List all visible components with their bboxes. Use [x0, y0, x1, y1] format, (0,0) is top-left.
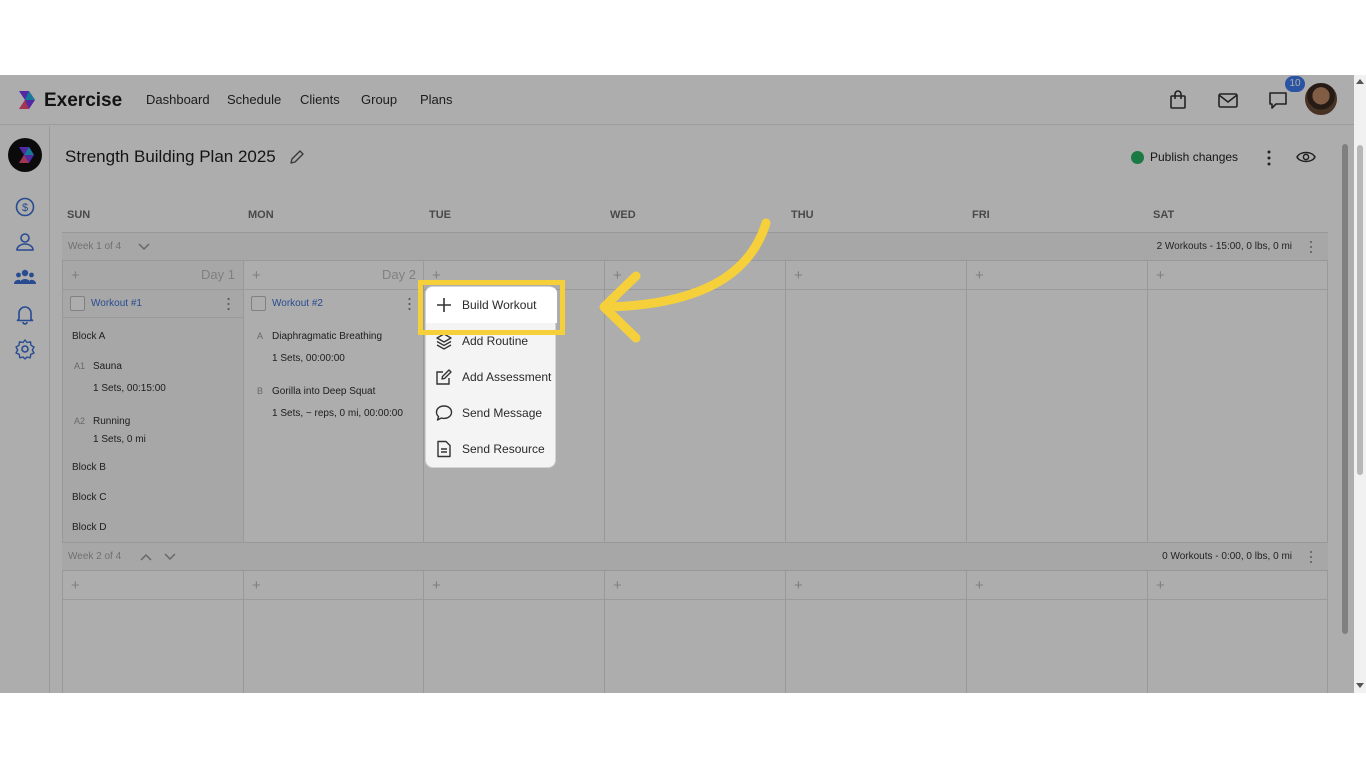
window-scrollbar[interactable] — [1354, 75, 1366, 693]
menu-send-message[interactable]: Send Message — [426, 395, 557, 431]
menu-send-resource[interactable]: Send Resource — [426, 431, 557, 467]
highlight-box — [418, 280, 565, 335]
document-icon — [437, 440, 451, 458]
window-scrollbar-thumb[interactable] — [1357, 145, 1363, 475]
pointer-arrow-icon — [599, 218, 771, 343]
menu-label: Add Assessment — [462, 370, 552, 384]
menu-add-assessment[interactable]: Add Assessment — [426, 359, 557, 395]
speech-bubble-icon — [435, 405, 453, 421]
menu-label: Send Message — [462, 406, 543, 420]
app-frame: Exercise Dashboard Schedule Clients Grou… — [0, 75, 1366, 693]
scroll-up-icon[interactable] — [1356, 78, 1364, 84]
edit-note-icon — [436, 369, 452, 385]
modal-backdrop[interactable] — [0, 75, 1366, 693]
menu-label: Send Resource — [462, 442, 545, 456]
scroll-down-icon[interactable] — [1356, 683, 1364, 689]
menu-label: Add Routine — [462, 334, 529, 348]
